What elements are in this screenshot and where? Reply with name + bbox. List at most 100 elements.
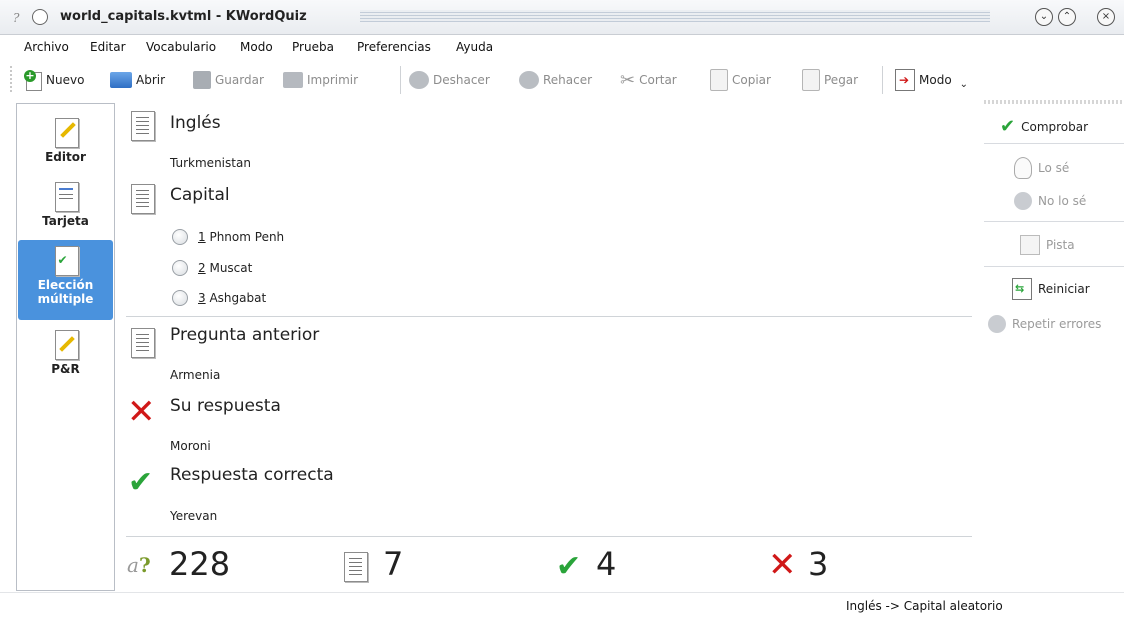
answer-language-heading: Capital [170,185,230,205]
question-doc-icon [131,111,155,141]
editor-icon [54,118,79,148]
menu-modo[interactable]: Modo [240,40,273,54]
mode-button[interactable]: ➔ Modo ⌄ [895,68,968,92]
redo-label: Rehacer [543,73,593,87]
menu-bar: Archivo Editar Vocabulario Modo Prueba P… [0,36,1124,60]
total-count: 228 [169,545,231,583]
new-button[interactable]: + Nuevo [24,68,84,92]
sidebar-item-label: Editor [45,150,86,164]
option-number: 1 [198,230,206,244]
panel-handle[interactable] [984,100,1124,104]
status-mode-text: Inglés -> Capital aleatorio [846,599,1003,613]
total-questions-icon: a? [127,553,151,577]
correct-answer-heading: Respuesta correcta [170,465,334,485]
open-button[interactable]: Abrir [110,68,165,92]
sidebar-item-label: Tarjeta [42,214,89,228]
option-number: 3 [198,291,206,305]
close-icon[interactable]: × [1097,8,1115,26]
multiple-choice-icon: ✔ [54,246,79,276]
your-answer-text: Moroni [170,439,211,453]
sidebar-item-editor[interactable]: Editor [17,112,114,182]
copy-label: Copiar [732,73,771,87]
title-decoration [360,10,990,22]
menu-ayuda[interactable]: Ayuda [456,40,493,54]
title-bar: ? world_capitals.kvtml - KWordQuiz ⌄ ⌃ × [0,0,1124,35]
menu-vocabulario[interactable]: Vocabulario [146,40,216,54]
option-number: 2 [198,261,206,275]
previous-doc-icon [131,328,155,358]
correct-answer-text: Yerevan [170,509,218,523]
hint-label: Pista [1046,238,1075,252]
option-radio[interactable] [172,290,188,306]
sidebar-item-label: Elección múltiple [37,278,94,306]
answer-doc-icon [131,184,155,214]
toolbar: + Nuevo Abrir Guardar Imprimir Deshacer … [0,60,1124,100]
dont-know-button[interactable]: No lo sé [1014,192,1124,210]
questions-asked-count: 7 [383,545,404,583]
option-radio[interactable] [172,260,188,276]
correct-count: 4 [596,545,617,583]
check-icon: ✔ [1000,116,1016,137]
redo-button[interactable]: Rehacer [519,68,592,92]
save-label: Guardar [215,73,264,87]
toolbar-separator [400,66,401,94]
correct-check-icon: ✔ [128,465,154,500]
dont-know-label: No lo sé [1038,194,1087,208]
copy-icon [710,69,728,91]
menu-preferencias[interactable]: Preferencias [357,40,431,54]
cut-button[interactable]: ✂ Cortar [620,68,677,92]
restart-button[interactable]: ⇆ Reiniciar [1012,278,1124,300]
window-menu-icon[interactable] [32,9,48,25]
status-divider [0,592,1124,593]
app-icon[interactable]: ? [13,11,19,25]
sidebar-item-flashcard[interactable]: Tarjeta [17,180,114,242]
mode-icon: ➔ [895,69,915,91]
folder-open-icon [110,72,132,88]
panel-divider [984,143,1124,144]
wrong-icon: ✕ [127,392,156,432]
dont-know-icon [1014,192,1032,210]
know-button[interactable]: Lo sé [1014,157,1124,179]
option-2[interactable]: 2 Muscat [172,260,252,276]
toolbar-separator [882,66,883,94]
repeat-errors-icon [988,315,1006,333]
repeat-errors-button[interactable]: Repetir errores [988,315,1108,333]
sidebar-item-multiple-choice[interactable]: ✔ Elección múltiple [18,240,113,320]
copy-button[interactable]: Copiar [710,68,771,92]
menu-prueba[interactable]: Prueba [292,40,334,54]
option-3[interactable]: 3 Ashgabat [172,290,266,306]
question-text: Turkmenistan [170,156,251,170]
option-radio[interactable] [172,229,188,245]
paste-button[interactable]: Pegar [802,68,858,92]
panel-divider [984,266,1124,267]
undo-label: Deshacer [433,73,490,87]
toolbar-handle[interactable] [10,66,12,94]
section-divider [126,316,972,317]
mode-label: Modo [919,73,952,87]
cut-label: Cortar [639,73,677,87]
hint-button[interactable]: Pista [1020,235,1124,255]
paste-label: Pegar [824,73,859,87]
menu-archivo[interactable]: Archivo [24,40,69,54]
new-label: Nuevo [46,73,85,87]
paste-icon [802,69,820,91]
print-label: Imprimir [307,73,359,87]
print-button[interactable]: Imprimir [283,68,358,92]
maximize-icon[interactable]: ⌃ [1058,8,1076,26]
restart-label: Reiniciar [1038,282,1090,296]
undo-button[interactable]: Deshacer [409,68,490,92]
menu-editar[interactable]: Editar [90,40,126,54]
wrong-count: 3 [808,545,829,583]
undo-icon [409,71,429,89]
sidebar-item-qa[interactable]: P&R [17,326,114,390]
check-button[interactable]: ✔ Comprobar [1000,116,1120,137]
minimize-icon[interactable]: ⌄ [1035,8,1053,26]
option-1[interactable]: 1 Phnom Penh [172,229,284,245]
lightbulb-icon [1014,157,1032,179]
mode-sidebar: Editor Tarjeta ✔ Elección múltiple P&R [16,103,115,591]
save-icon [193,71,211,89]
printer-icon [283,72,303,88]
redo-icon [519,71,539,89]
option-text: Muscat [209,261,253,275]
save-button[interactable]: Guardar [193,68,264,92]
